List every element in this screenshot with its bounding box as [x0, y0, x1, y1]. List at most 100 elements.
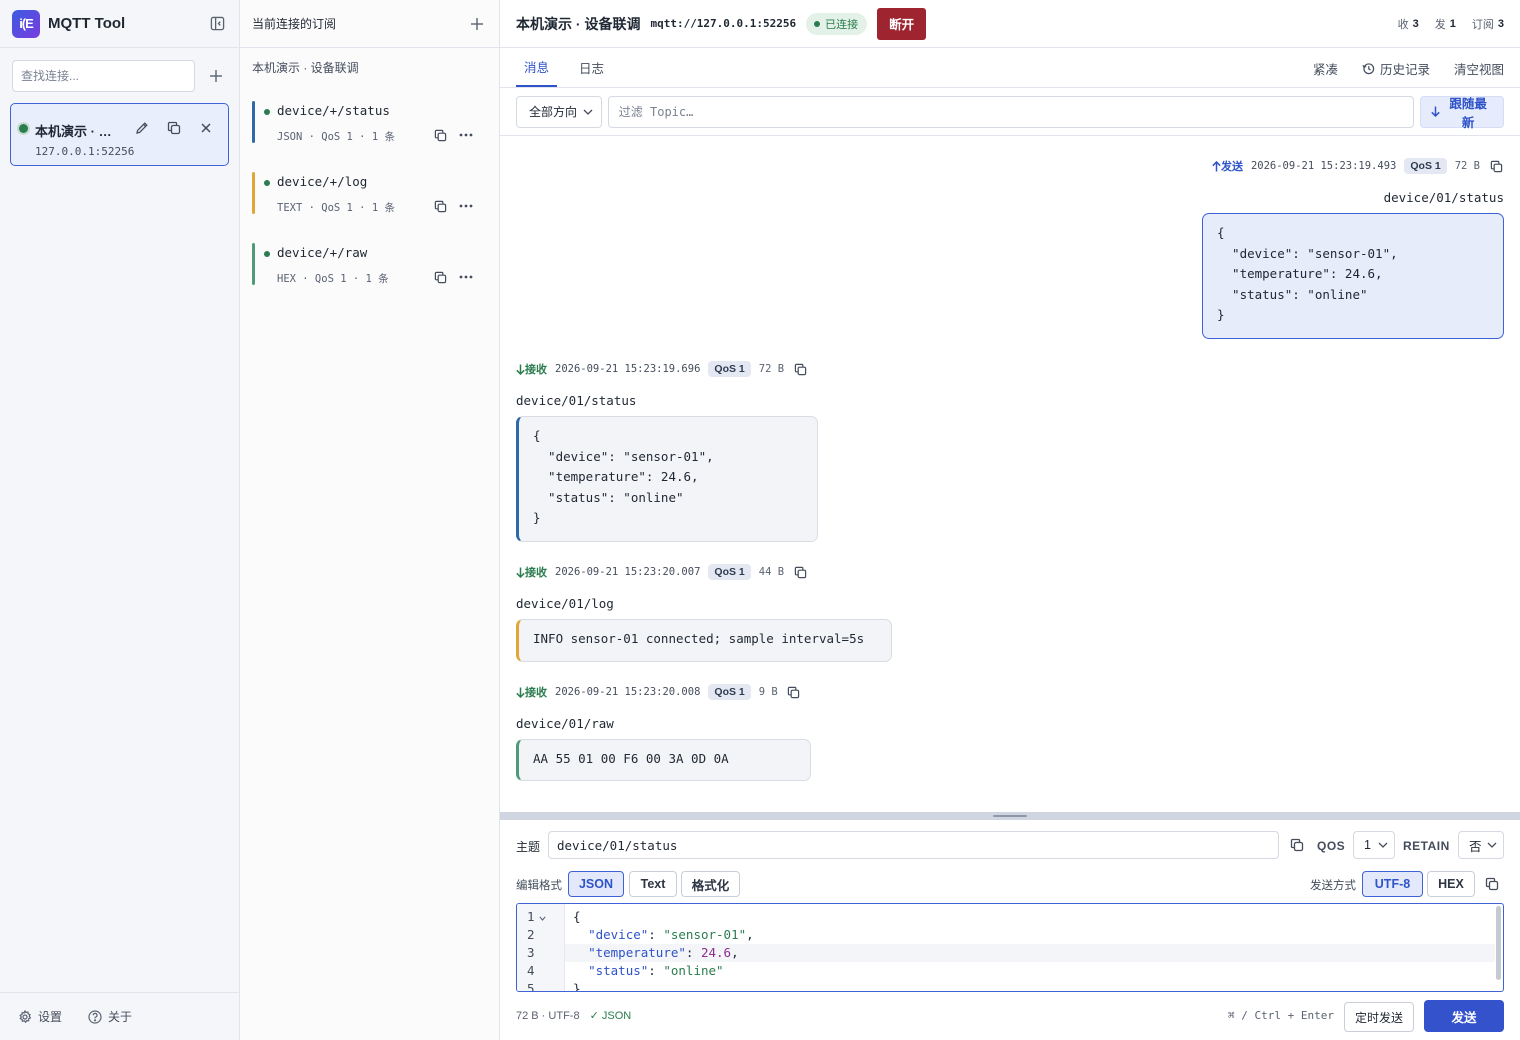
received-count-label: 收 — [1397, 18, 1409, 31]
arrow-up-icon — [1212, 160, 1221, 171]
subscription-active-dot — [264, 109, 270, 115]
follow-latest-button[interactable]: 跟随最新 — [1420, 95, 1504, 130]
history-button[interactable]: 历史记录 — [1362, 59, 1430, 78]
qos-badge: QoS 1 — [708, 361, 751, 377]
line-number: 1 — [527, 909, 535, 924]
subscription-topic: device/+/status — [277, 103, 390, 118]
connection-search-row — [0, 48, 239, 92]
format-pretty-button[interactable]: 格式化 — [681, 871, 740, 897]
subscription-active-dot — [264, 180, 270, 186]
history-label: 历史记录 — [1379, 62, 1430, 77]
subscription-meta: JSON · QoS 1 · 1 条 — [277, 131, 395, 143]
message-meta: 接收 2026-09-21 15:23:19.696 QoS 1 72 B — [516, 361, 808, 377]
add-subscription-icon[interactable] — [467, 14, 487, 34]
encoding-hex-button[interactable]: HEX — [1427, 871, 1475, 897]
close-connection-icon[interactable] — [197, 119, 215, 137]
timed-send-button[interactable]: 定时发送 — [1344, 1002, 1414, 1032]
publish-composer: 主题 QOS 1 RETAIN 否 编辑格式 JSON Text 格式化 发送方… — [500, 820, 1520, 1040]
qos-select[interactable]: 1 — [1353, 831, 1395, 859]
disconnect-button[interactable]: 断开 — [877, 7, 927, 40]
retain-select[interactable]: 否 — [1458, 831, 1504, 859]
history-icon — [1362, 62, 1375, 74]
subscription-item[interactable]: device/+/status JSON · QoS 1 · 1 条 — [252, 101, 488, 143]
connection-topbar: 本机演示 · 设备联调 mqtt://127.0.0.1:52256 已连接 断… — [500, 0, 1520, 48]
edit-connection-icon[interactable] — [133, 119, 151, 137]
message-topic: device/01/raw — [516, 716, 614, 731]
connections-sidebar: i(E MQTT Tool 本机演示 · 设备联调 127.0.0.1:5225… — [0, 0, 240, 1040]
copy-icon[interactable] — [432, 198, 448, 214]
message-timestamp: 2026-09-21 15:23:19.493 — [1250, 160, 1397, 172]
active-connection-name: 本机演示 · 设备联调 — [516, 15, 641, 32]
copy-icon[interactable] — [432, 127, 448, 143]
clear-view-button[interactable]: 清空视图 — [1454, 59, 1504, 78]
subscription-meta: HEX · QoS 1 · 1 条 — [277, 273, 389, 285]
about-link[interactable]: 关于 — [88, 1008, 132, 1025]
direction-label: 接收 — [516, 361, 547, 377]
message-meta: 接收 2026-09-21 15:23:20.007 QoS 1 44 B — [516, 564, 808, 580]
panel-resize-handle[interactable] — [500, 812, 1520, 820]
direction-label: 接收 — [516, 564, 547, 580]
chevron-down-icon — [1487, 842, 1497, 848]
code-line: "device": "sensor-01", — [588, 927, 754, 942]
direction-select[interactable]: 全部方向 — [516, 95, 602, 128]
copy-icon[interactable] — [432, 269, 448, 285]
broker-url: mqtt://127.0.0.1:52256 — [650, 17, 797, 30]
subscription-color-bar — [252, 243, 255, 285]
add-connection-icon[interactable] — [205, 65, 227, 87]
arrow-down-icon — [516, 567, 525, 578]
tab-messages[interactable]: 消息 — [516, 47, 558, 87]
editor-scrollbar[interactable] — [1496, 906, 1501, 980]
message-meta: 发送 2026-09-21 15:23:19.493 QoS 1 72 B — [1212, 158, 1504, 174]
copy-icon[interactable] — [1483, 875, 1501, 893]
compact-toggle[interactable]: 紧凑 — [1313, 59, 1338, 78]
line-number: 5 — [527, 981, 535, 992]
line-number: 3 — [527, 945, 535, 960]
sent-count-label: 发 — [1434, 18, 1446, 31]
subscription-item[interactable]: device/+/raw HEX · QoS 1 · 1 条 — [252, 243, 488, 285]
line-number-gutter: 1 2 3 4 5 — [517, 904, 565, 992]
publish-topic-input[interactable] — [548, 831, 1279, 859]
subscriptions-header: 当前连接的订阅 — [240, 0, 499, 48]
received-count: 3 — [1412, 17, 1419, 30]
message-size: 72 B — [758, 363, 785, 375]
format-text-button[interactable]: Text — [629, 871, 677, 897]
edit-format-label: 编辑格式 — [516, 880, 562, 892]
encoding-utf8-button[interactable]: UTF-8 — [1362, 871, 1423, 897]
copy-icon[interactable] — [1488, 158, 1504, 174]
message-topic: device/01/status — [1383, 190, 1504, 205]
chevron-down-icon — [583, 109, 593, 115]
tab-log[interactable]: 日志 — [571, 47, 612, 87]
status-dot — [814, 20, 821, 27]
payload-editor[interactable]: 1 2 3 4 5 { "device": "sensor-01", "temp… — [516, 903, 1504, 992]
send-button[interactable]: 发送 — [1424, 1000, 1504, 1032]
message-timestamp: 2026-09-21 15:23:19.696 — [555, 363, 701, 375]
settings-link[interactable]: 设置 — [18, 1008, 62, 1025]
copy-icon[interactable] — [792, 564, 808, 580]
more-options-icon[interactable] — [457, 269, 475, 285]
connection-search-input[interactable] — [12, 60, 195, 92]
send-mode-label: 发送方式 — [1310, 880, 1356, 892]
more-options-icon[interactable] — [457, 127, 475, 143]
message-counters: 收3 发1 订阅 3 — [1382, 16, 1504, 32]
settings-label: 设置 — [38, 1010, 63, 1024]
message-filter-bar: 全部方向 跟随最新 — [500, 88, 1520, 136]
message-list[interactable]: 发送 2026-09-21 15:23:19.493 QoS 1 72 B de… — [500, 136, 1520, 812]
subscription-item[interactable]: device/+/log TEXT · QoS 1 · 1 条 — [252, 172, 488, 214]
line-number: 4 — [527, 963, 535, 978]
subscription-active-dot — [264, 251, 270, 257]
connection-card[interactable]: 本机演示 · 设备联调 127.0.0.1:52256 — [10, 103, 229, 166]
message-topic: device/01/status — [516, 393, 637, 408]
connection-status-dot — [19, 124, 28, 133]
duplicate-connection-icon[interactable] — [165, 119, 183, 137]
copy-icon[interactable] — [792, 361, 808, 377]
subscriptions-connection-label: 本机演示 · 设备联调 — [252, 61, 359, 75]
more-options-icon[interactable] — [457, 198, 475, 214]
copy-icon[interactable] — [786, 684, 802, 700]
format-json-button[interactable]: JSON — [568, 871, 624, 897]
fold-chevron-icon[interactable] — [539, 916, 546, 921]
chevron-down-icon — [1378, 842, 1388, 848]
direction-label: 发送 — [1212, 158, 1243, 174]
copy-icon[interactable] — [1288, 836, 1306, 854]
collapse-sidebar-icon[interactable] — [207, 14, 227, 34]
topic-filter-input[interactable] — [607, 95, 1415, 128]
